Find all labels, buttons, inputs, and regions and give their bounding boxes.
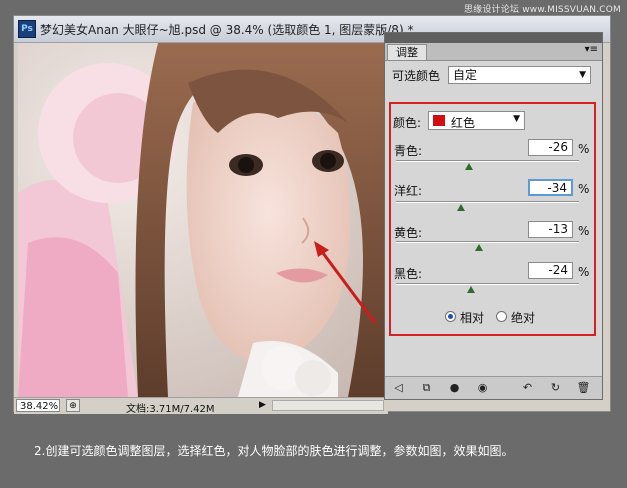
photoshop-app-icon: Ps [18,20,36,38]
status-menu-arrow-icon[interactable]: ▶ [259,400,266,410]
cyan-slider-track[interactable] [396,160,579,162]
colors-dropdown[interactable]: 红色 ▼ [428,111,525,130]
yellow-percent: % [578,224,590,238]
image-canvas[interactable] [18,43,389,397]
panel-menu-icon[interactable]: ▾≡ [585,44,598,55]
visibility-eye-icon[interactable]: ◉ [475,380,490,395]
colors-value: 红色 [451,116,476,130]
yellow-slider-thumb[interactable] [475,244,483,251]
black-label: 黑色: [394,267,423,281]
black-slider-thumb[interactable] [467,286,475,293]
panel-tab-bar: 调整 ▾≡ [385,43,602,61]
colors-label: 颜色: [393,116,422,130]
black-slider-track[interactable] [396,283,579,285]
magenta-label: 洋红: [394,184,423,198]
watermark-text: 思缘设计论坛 www.MISSVUAN.COM [463,5,621,15]
cyan-label: 青色: [394,144,423,158]
black-percent: % [578,265,590,279]
tutorial-caption: 2.创建可选颜色调整图层，选择红色，对人物脸部的肤色进行调整，参数如图，效果如图… [34,444,514,458]
magenta-slider-thumb[interactable] [457,204,465,211]
back-arrow-icon[interactable]: ◁ [391,380,406,395]
chevron-down-icon: ▼ [513,114,520,124]
zoom-options-icon[interactable]: ⊕ [66,399,80,412]
document-size-info[interactable]: 文档:3.71M/7.42M [126,400,215,415]
relative-radio[interactable] [445,311,456,322]
trash-icon[interactable]: 🗑 [576,380,591,395]
horizontal-scrollbar[interactable] [272,400,384,411]
tab-adjustments[interactable]: 调整 [387,44,427,60]
status-bar: 38.42% ⊕ 文档:3.71M/7.42M ▶ [14,397,388,415]
clip-to-layer-icon[interactable]: ● [447,380,462,395]
color-swatch [433,115,445,126]
relative-label: 相对 [460,311,485,325]
expand-view-icon[interactable]: ⧉ [419,380,434,395]
adjustment-type-label: 可选颜色 [392,69,441,83]
reset-icon[interactable]: ↻ [548,380,563,395]
black-input[interactable]: -24 [528,262,573,279]
yellow-slider-track[interactable] [396,241,579,243]
cyan-percent: % [578,142,590,156]
preset-dropdown[interactable]: 自定 ▼ [448,66,591,84]
view-previous-state-icon[interactable]: ↶ [520,380,535,395]
highlight-annotation-box [389,102,596,336]
cyan-slider-thumb[interactable] [465,163,473,170]
zoom-level-field[interactable]: 38.42% [16,399,60,412]
chevron-down-icon: ▼ [579,70,586,80]
portrait-photo [18,43,389,397]
adjustments-panel: 调整 ▾≡ 可选颜色 自定 ▼ 颜色: 红色 ▼ 青色: -26 % 洋红: -… [384,32,603,400]
panel-header-bar[interactable] [385,33,602,43]
panel-toolbar: ◁ ⧉ ● ◉ ↶ ↻ 🗑 [385,376,602,399]
yellow-label: 黄色: [394,226,423,240]
preset-value: 自定 [453,68,478,82]
absolute-radio[interactable] [496,311,507,322]
magenta-slider-track[interactable] [396,201,579,203]
absolute-label: 绝对 [511,311,536,325]
document-title: 梦幻美女Anan 大眼仔~旭.psd @ 38.4% (选取颜色 1, 图层蒙版… [40,23,414,37]
magenta-percent: % [578,182,590,196]
cyan-input[interactable]: -26 [528,139,573,156]
magenta-input[interactable]: -34 [528,179,573,196]
yellow-input[interactable]: -13 [528,221,573,238]
